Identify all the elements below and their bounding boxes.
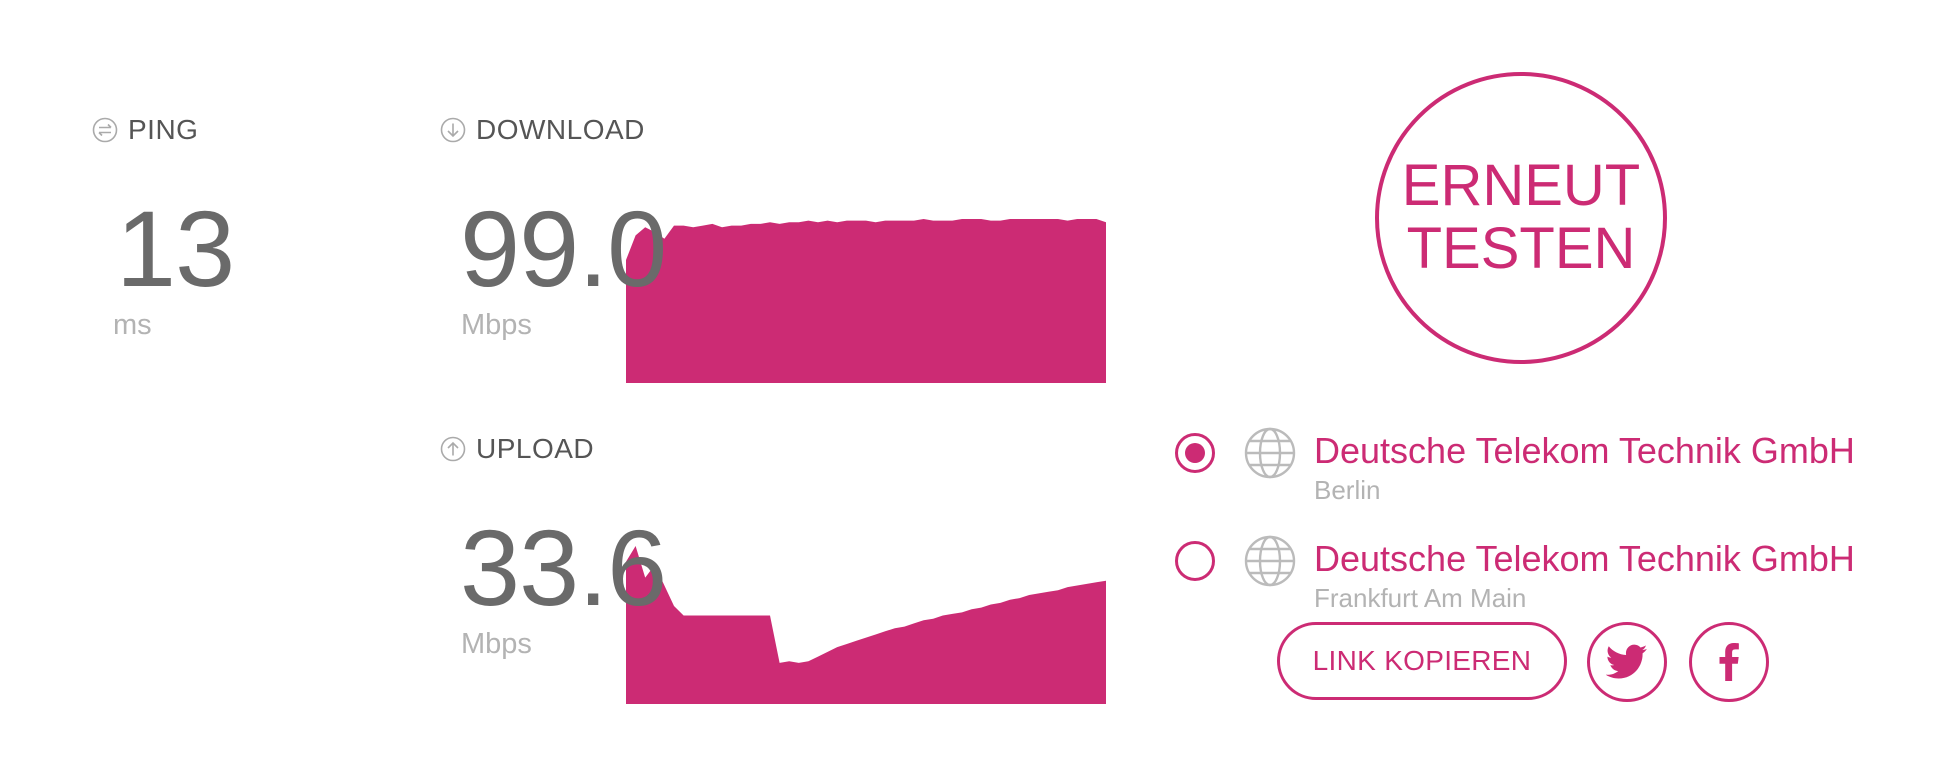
server-option-berlin[interactable]: Deutsche Telekom Technik GmbH Berlin <box>1175 427 1855 506</box>
download-value: 99.0 <box>460 188 667 309</box>
download-speed-area <box>626 219 1106 383</box>
download-graph <box>626 219 1106 383</box>
copy-link-label: LINK KOPIEREN <box>1312 645 1532 676</box>
retest-button[interactable]: ERNEUT TESTEN <box>1375 72 1667 364</box>
facebook-icon <box>1719 643 1739 681</box>
retest-line-1: ERNEUT <box>1401 153 1641 219</box>
retest-line-2: TESTEN <box>1406 216 1636 281</box>
upload-header: UPLOAD <box>440 433 594 465</box>
download-unit: Mbps <box>461 309 532 341</box>
download-header: DOWNLOAD <box>440 114 645 146</box>
download-label: DOWNLOAD <box>476 114 645 145</box>
upload-speed-area <box>626 546 1106 704</box>
upload-unit: Mbps <box>461 628 532 660</box>
ping-value: 13 <box>116 188 235 309</box>
upload-value: 33.6 <box>460 507 667 628</box>
copy-link-button[interactable]: LINK KOPIEREN <box>1277 622 1567 700</box>
upload-label: UPLOAD <box>476 433 595 464</box>
globe-icon <box>1244 427 1296 479</box>
server-radio-selected[interactable] <box>1175 433 1215 473</box>
ping-header: PING <box>92 114 198 146</box>
arrow-up-circle-icon <box>440 436 466 462</box>
server-radio-unselected[interactable] <box>1175 541 1215 581</box>
server-option-frankfurt[interactable]: Deutsche Telekom Technik GmbH Frankfurt … <box>1175 535 1855 614</box>
twitter-icon <box>1606 644 1648 679</box>
ping-label: PING <box>128 114 199 145</box>
swap-arrows-icon <box>92 117 118 143</box>
server-name: Deutsche Telekom Technik GmbH <box>1314 430 1855 471</box>
twitter-share-button[interactable] <box>1587 622 1667 702</box>
ping-unit: ms <box>113 309 152 341</box>
server-name: Deutsche Telekom Technik GmbH <box>1314 538 1855 579</box>
server-city: Berlin <box>1314 474 1381 505</box>
server-city: Frankfurt Am Main <box>1314 582 1527 613</box>
globe-icon <box>1244 535 1296 587</box>
facebook-share-button[interactable] <box>1689 622 1769 702</box>
upload-graph <box>626 546 1106 704</box>
arrow-down-circle-icon <box>440 117 466 143</box>
